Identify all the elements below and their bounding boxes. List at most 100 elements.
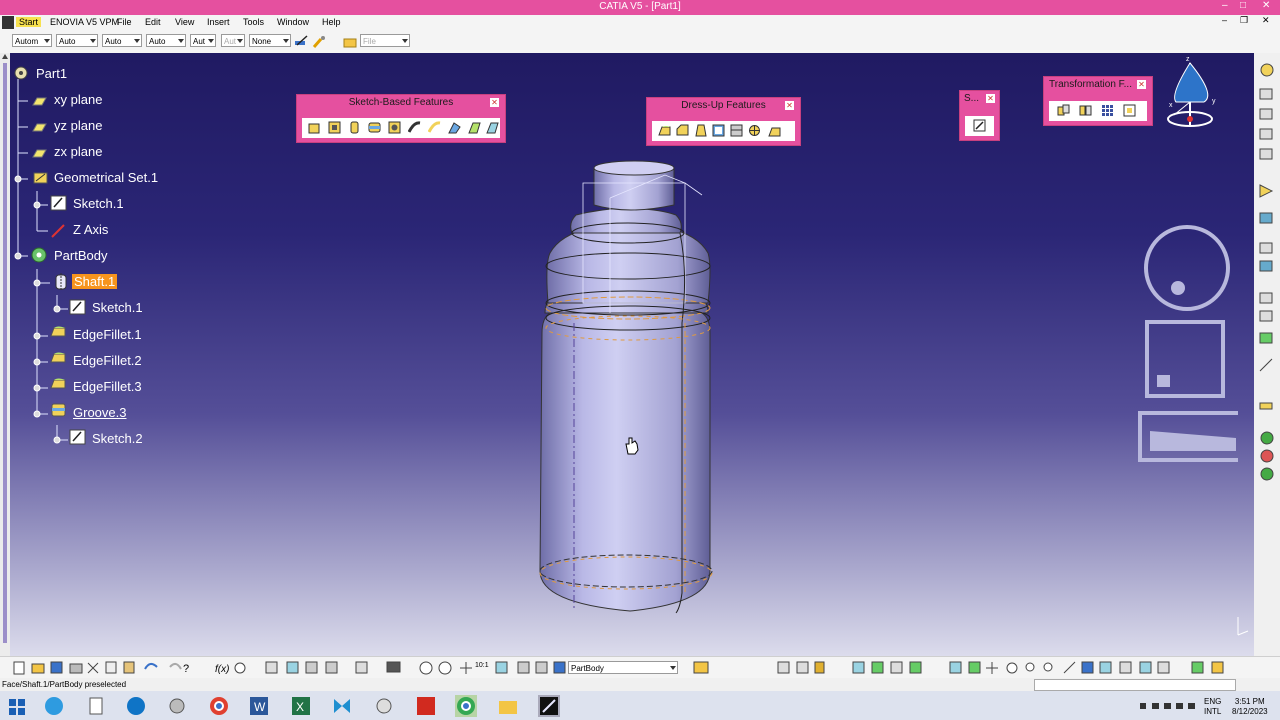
catia-icon[interactable] (538, 695, 560, 717)
edge-fillet-icon[interactable] (50, 376, 68, 392)
3d-viewport[interactable]: Part1 xy plane yz plane zx plane Geometr… (10, 53, 1254, 656)
select-icon[interactable] (1259, 184, 1274, 198)
slot-icon[interactable] (428, 121, 441, 134)
sketch-icon[interactable] (69, 299, 87, 315)
print-icon[interactable] (69, 663, 83, 674)
tool-app-icon[interactable] (373, 695, 395, 717)
doc-restore-button[interactable]: ❐ (1240, 15, 1248, 26)
tool-icon[interactable] (1259, 88, 1273, 100)
tree-item-edgefillet3[interactable]: EdgeFillet.3 (73, 379, 142, 394)
plane-icon[interactable] (32, 121, 47, 133)
tree-item-part1[interactable]: Part1 (36, 66, 67, 81)
new-icon[interactable] (13, 661, 25, 675)
iso-view-icon[interactable] (495, 661, 508, 674)
tool-icon[interactable] (1259, 128, 1273, 140)
rotate-icon[interactable] (438, 661, 452, 675)
zoom-out-icon[interactable] (1043, 662, 1053, 672)
menu-help[interactable]: Help (322, 17, 341, 27)
close-button[interactable]: ✕ (1262, 0, 1270, 11)
groove-tool-icon[interactable] (368, 121, 381, 134)
normal-view-icon[interactable]: 10:1 (475, 662, 489, 669)
file-explorer-icon[interactable] (497, 695, 519, 717)
tool-icon[interactable] (796, 661, 809, 674)
compass-icon[interactable]: z y x (1160, 55, 1230, 130)
acrobat-icon[interactable] (415, 695, 437, 717)
undo-icon[interactable] (144, 663, 158, 670)
tool-icon[interactable] (890, 661, 903, 674)
pan-icon[interactable] (460, 662, 472, 674)
tree-item-sketch2[interactable]: Sketch.2 (92, 431, 143, 446)
tool-icon[interactable] (1260, 431, 1274, 445)
shell-icon[interactable] (712, 124, 725, 137)
edge-browser-icon[interactable] (43, 695, 65, 717)
sketch-tool-icon[interactable] (973, 119, 986, 132)
layer-combo[interactable]: None (249, 34, 291, 47)
tool-icon[interactable] (553, 661, 566, 674)
tree-item-shaft1[interactable]: Shaft.1 (72, 274, 118, 289)
tool-icon[interactable] (535, 661, 548, 674)
tool-icon[interactable] (1259, 212, 1273, 224)
tool-icon[interactable] (1259, 310, 1273, 322)
sketch-based-features-toolbar[interactable]: Sketch-Based Features ✕ (296, 94, 506, 143)
edge-fillet-tool-icon[interactable] (658, 124, 671, 137)
tool-icon[interactable] (305, 661, 318, 674)
redo-icon[interactable] (169, 663, 182, 670)
camera-icon[interactable] (386, 661, 401, 673)
close-icon[interactable]: ✕ (785, 101, 794, 110)
rendering-combo[interactable]: Aut (221, 34, 245, 47)
table-icon[interactable] (265, 661, 278, 674)
edge-fillet-icon[interactable] (50, 324, 68, 340)
menu-tools[interactable]: Tools (243, 17, 264, 27)
edge-fillet-icon[interactable] (50, 350, 68, 366)
tree-item-sketch1[interactable]: Sketch.1 (73, 196, 124, 211)
part-body-combo[interactable]: PartBody (568, 661, 678, 674)
chrome-active-icon[interactable] (455, 695, 477, 717)
tool-icon[interactable] (814, 661, 825, 674)
open-icon[interactable] (31, 663, 45, 674)
plane-icon[interactable] (32, 147, 47, 159)
tool-icon[interactable] (909, 661, 922, 674)
tool-icon[interactable] (1259, 402, 1273, 410)
color-combo[interactable]: Autom (12, 34, 52, 47)
remove-face-icon[interactable] (768, 124, 781, 137)
view-mode-icon[interactable] (1099, 661, 1112, 674)
formula-icon[interactable]: f(x) (215, 664, 229, 675)
hole-icon[interactable] (388, 121, 401, 134)
tool-icon[interactable] (286, 661, 299, 674)
shaft-icon[interactable] (52, 273, 70, 291)
notepad-icon[interactable] (85, 695, 107, 717)
bottle-3d-model[interactable] (520, 153, 720, 623)
tree-item-edgefillet1[interactable]: EdgeFillet.1 (73, 327, 142, 342)
menu-window[interactable]: Window (277, 17, 309, 27)
pocket-icon[interactable] (328, 121, 341, 134)
pattern-icon[interactable] (1101, 104, 1114, 117)
close-icon[interactable]: ✕ (490, 98, 499, 107)
menu-file[interactable]: File (117, 17, 132, 27)
brush-icon[interactable] (312, 35, 326, 48)
excel-icon[interactable]: X (290, 695, 312, 717)
tree-item-sketch1-shaft[interactable]: Sketch.1 (92, 300, 143, 315)
app-icon[interactable] (166, 695, 188, 717)
rotate-icon[interactable] (1006, 662, 1018, 674)
tree-item-partbody[interactable]: PartBody (54, 248, 107, 263)
butterfly-app-icon[interactable] (331, 695, 353, 717)
swap-space-icon[interactable] (1139, 661, 1152, 674)
tool-icon[interactable] (1259, 148, 1273, 160)
paste-icon[interactable] (123, 661, 135, 674)
mirror-icon[interactable] (1079, 104, 1092, 117)
tool-icon[interactable] (871, 661, 884, 674)
transparency-combo[interactable]: Auto (56, 34, 98, 47)
part-gear-icon[interactable] (12, 65, 30, 81)
command-input[interactable] (1034, 679, 1236, 691)
file-combo[interactable]: File (360, 34, 410, 47)
chrome-icon[interactable] (208, 695, 230, 717)
tree-item-groove3[interactable]: Groove.3 (73, 405, 126, 420)
tool-icon[interactable] (1260, 467, 1274, 481)
rotate-view-widget[interactable] (1144, 225, 1230, 311)
vertical-scrollbar[interactable] (0, 53, 10, 656)
tool-icon[interactable] (1211, 661, 1224, 674)
menu-edit[interactable]: Edit (145, 17, 161, 27)
menu-start[interactable]: Start (16, 17, 42, 27)
thickness-icon[interactable] (730, 124, 743, 137)
word-icon[interactable]: W (248, 695, 270, 717)
